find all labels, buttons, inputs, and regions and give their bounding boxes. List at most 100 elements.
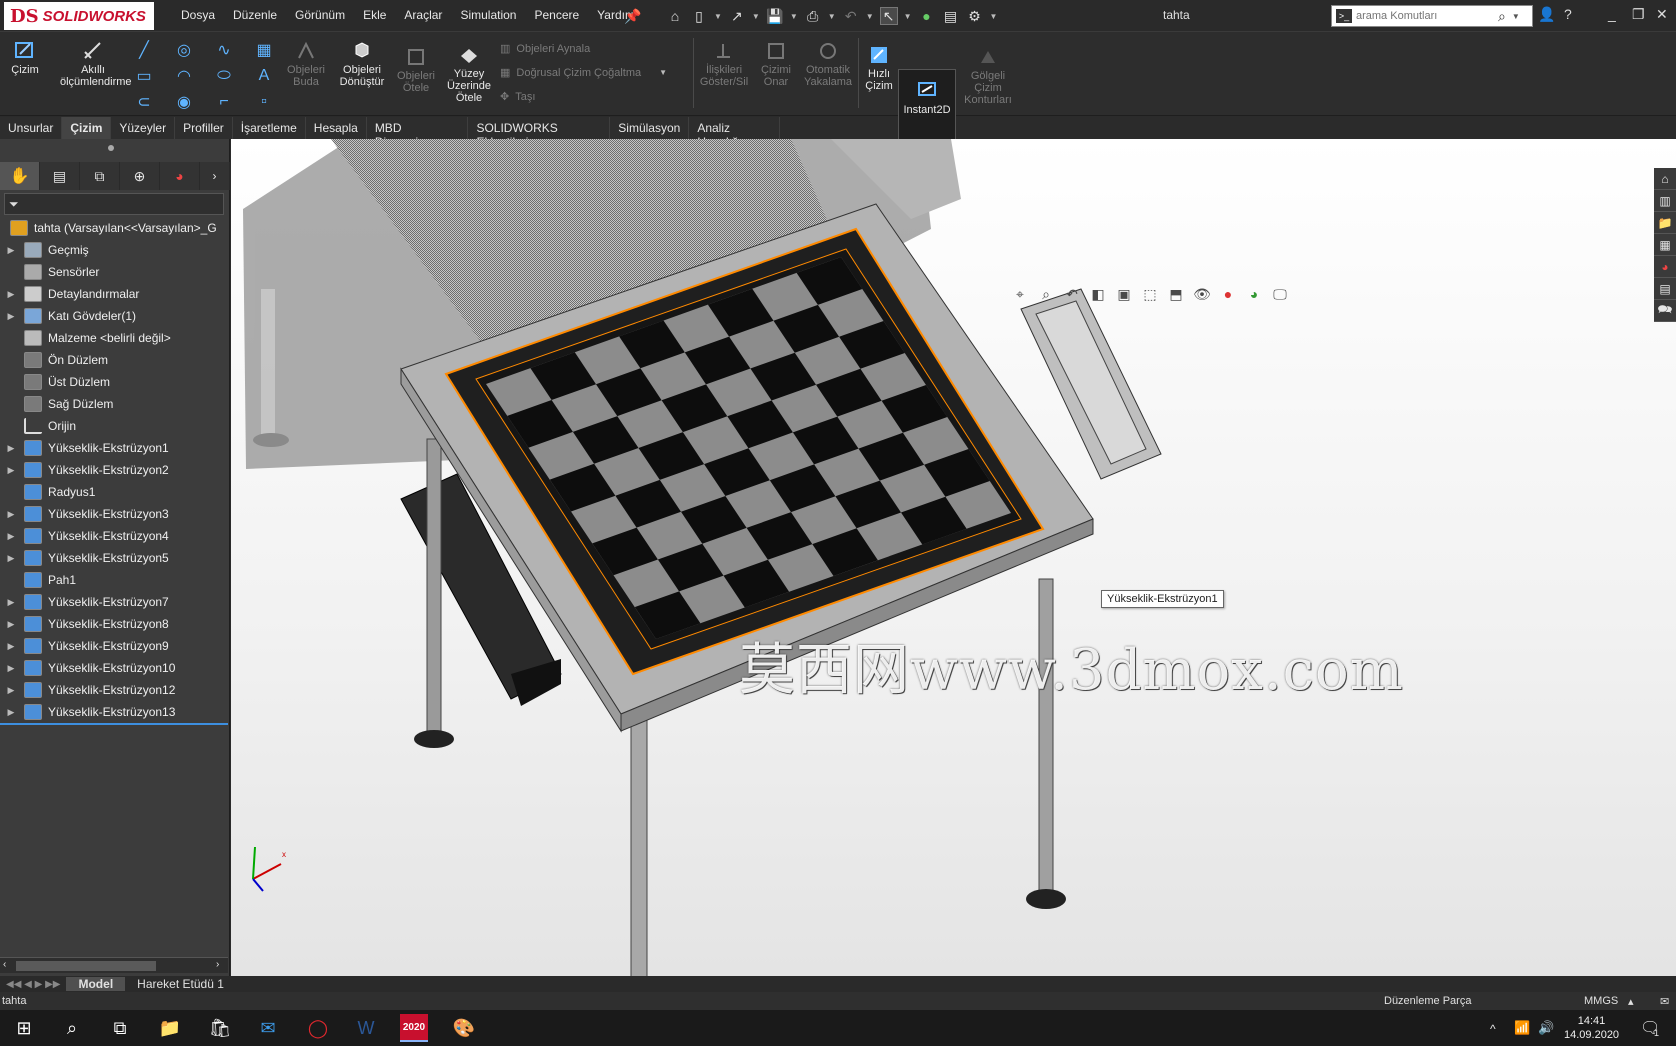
file-properties-icon[interactable]: ▤ <box>942 7 960 25</box>
apply-scene-icon[interactable]: ◕ <box>1245 285 1263 303</box>
tree-item[interactable]: Sağ Düzlem <box>0 393 230 415</box>
plane-tool-icon[interactable]: ▦ <box>254 40 274 60</box>
tree-item[interactable]: ▶ Yükseklik-Ekstrüzyon13 <box>0 701 230 723</box>
spline-tool-icon[interactable]: ∿ <box>214 40 234 60</box>
store-icon[interactable]: 🛍 <box>206 1014 234 1042</box>
graphics-area[interactable]: x ⌖ ⌕ ↶ ◧ ▣ ⬚ ⬒ 👁 ● ◕ 🖵 ⍇ ⍈ _ ❐ ✕ 莫西网www… <box>231 139 1676 976</box>
tree-item[interactable]: ▶ Yükseklik-Ekstrüzyon1 <box>0 437 230 459</box>
tree-item[interactable]: ▶ Yükseklik-Ekstrüzyon10 <box>0 657 230 679</box>
tab-unsurlar[interactable]: Unsurlar <box>0 117 63 139</box>
expand-arrow-icon[interactable]: ▶ <box>4 685 18 696</box>
slot-tool-icon[interactable]: ⊂ <box>134 92 154 112</box>
expand-arrow-icon[interactable]: ▶ <box>4 553 18 564</box>
task-view-icon[interactable]: ⧉ <box>106 1014 134 1042</box>
tree-item[interactable]: ▶ Yükseklik-Ekstrüzyon7 <box>0 591 230 613</box>
menu-duzenle[interactable]: Düzenle <box>224 8 286 22</box>
mirror-entities-button[interactable]: ▥ Objeleri Aynala <box>500 42 590 56</box>
expand-arrow-icon[interactable]: ▶ <box>4 311 18 322</box>
tree-item[interactable]: ▶ Yükseklik-Ekstrüzyon8 <box>0 613 230 635</box>
tree-item[interactable]: ▶ Yükseklik-Ekstrüzyon2 <box>0 459 230 481</box>
trim-entities-button[interactable]: Objeleri Buda <box>284 40 328 88</box>
tree-item[interactable]: ▶ Detaylandırmalar <box>0 283 230 305</box>
tree-item[interactable]: Pah1 <box>0 569 230 591</box>
scroll-right-icon[interactable]: › <box>216 959 219 970</box>
instant2d-button[interactable]: Instant2D <box>898 69 956 147</box>
more-tabs-icon[interactable]: › <box>200 162 230 190</box>
solidworks-logo[interactable]: DS SOLIDWORKS <box>4 2 154 30</box>
expand-arrow-icon[interactable]: ▶ <box>4 597 18 608</box>
tab-nav-arrows-icon[interactable]: ◀◀ ◀ ▶ ▶▶ <box>0 979 66 990</box>
expand-arrow-icon[interactable]: ▶ <box>4 531 18 542</box>
status-quick-tips-icon[interactable]: ✉ <box>1660 995 1669 1008</box>
options-gear-icon[interactable]: ⚙ <box>966 7 984 25</box>
offset-entities-button[interactable]: Objeleri Ötele <box>394 46 438 94</box>
feature-tree-tab-icon[interactable]: ✋ <box>0 162 40 190</box>
paint-icon[interactable]: 🎨 <box>450 1014 478 1042</box>
tree-item[interactable]: Üst Düzlem <box>0 371 230 393</box>
linear-pattern-button[interactable]: ▦ Doğrusal Çizim Çoğaltma ▼ <box>500 66 667 80</box>
display-manager-tab-icon[interactable]: ◕ <box>160 162 200 190</box>
solidworks-forum-icon[interactable]: 🗪 <box>1654 300 1676 322</box>
tree-item[interactable]: Orijin <box>0 415 230 437</box>
tree-item[interactable]: Ön Düzlem <box>0 349 230 371</box>
tab-simulasyon[interactable]: Simülasyon <box>610 117 690 139</box>
custom-properties-icon[interactable]: ▤ <box>1654 278 1676 300</box>
view-settings-icon[interactable]: 🖵 <box>1271 285 1289 303</box>
windows-start-icon[interactable]: ⊞ <box>10 1014 38 1042</box>
repair-sketch-button[interactable]: Çizimi Onar <box>754 40 798 88</box>
view-palette-icon[interactable]: ▦ <box>1654 234 1676 256</box>
expand-arrow-icon[interactable]: ▶ <box>4 663 18 674</box>
expand-arrow-icon[interactable]: ▶ <box>4 619 18 630</box>
tab-model[interactable]: Model <box>66 977 126 991</box>
tree-item[interactable]: ▶ Yükseklik-Ekstrüzyon5 <box>0 547 230 569</box>
menu-simulation[interactable]: Simulation <box>451 8 525 22</box>
edit-appearance-icon[interactable]: ● <box>1219 285 1237 303</box>
tree-item[interactable]: Radyus1 <box>0 481 230 503</box>
polygon-tool-icon[interactable]: ◉ <box>174 92 194 112</box>
axis-triad[interactable]: x <box>252 846 286 892</box>
pin-icon[interactable]: 📌 <box>624 7 642 25</box>
expand-arrow-icon[interactable]: ▶ <box>4 443 18 454</box>
point-tool-icon[interactable]: ▫ <box>254 92 274 112</box>
opera-icon[interactable]: ◯ <box>304 1014 332 1042</box>
undo-icon[interactable]: ↶ <box>842 7 860 25</box>
tree-item[interactable]: ▶ Yükseklik-Ekstrüzyon3 <box>0 503 230 525</box>
shaded-sketch-contours-button[interactable]: Gölgeli Çizim Konturları <box>958 46 1018 106</box>
close-icon[interactable]: ✕ <box>1656 6 1668 23</box>
tab-analiz-hazirligi[interactable]: Analiz Hazırlığı <box>689 117 780 149</box>
status-units[interactable]: MMGS <box>1584 995 1618 1007</box>
tree-item[interactable]: ▶ Yükseklik-Ekstrüzyon12 <box>0 679 230 701</box>
file-explorer-taskbar-icon[interactable]: 📁 <box>156 1014 184 1042</box>
sketch-button[interactable]: Çizim <box>8 40 42 76</box>
ellipse-tool-icon[interactable]: ⬭ <box>214 66 234 86</box>
print-icon[interactable]: ⎙ <box>804 7 822 25</box>
section-view-icon[interactable]: ◧ <box>1089 285 1107 303</box>
tree-root-part[interactable]: tahta (Varsayılan<<Varsayılan>_G <box>0 217 230 239</box>
panel-grip[interactable] <box>108 145 114 151</box>
expand-arrow-icon[interactable]: ▶ <box>4 245 18 256</box>
fillet-tool-icon[interactable]: ⌐ <box>214 92 234 112</box>
offset-on-surface-button[interactable]: Yüzey Üzerinde Ötele <box>444 44 494 104</box>
zoom-to-area-icon[interactable]: ⌕ <box>1037 285 1055 303</box>
tab-motion-study[interactable]: Hareket Etüdü 1 <box>125 977 236 991</box>
restore-icon[interactable]: ❐ <box>1632 6 1645 23</box>
search-icon[interactable]: ⌕ <box>1498 8 1506 25</box>
circle-tool-icon[interactable]: ◎ <box>174 40 194 60</box>
tree-item[interactable]: ▶ Geçmiş <box>0 239 230 261</box>
new-document-icon[interactable]: ▯ <box>690 7 708 25</box>
tab-solidworks-eklentileri[interactable]: SOLIDWORKS Eklentileri <box>468 117 611 149</box>
previous-view-icon[interactable]: ↶ <box>1063 285 1081 303</box>
menu-ekle[interactable]: Ekle <box>354 8 395 22</box>
move-entities-button[interactable]: ✥ Taşı <box>500 90 535 104</box>
line-tool-icon[interactable]: ╱ <box>134 40 154 60</box>
menu-pencere[interactable]: Pencere <box>525 8 588 22</box>
quick-snaps-button[interactable]: Otomatik Yakalama <box>802 40 854 88</box>
arc-tool-icon[interactable]: ◠ <box>174 66 194 86</box>
mail-icon[interactable]: ✉ <box>254 1014 282 1042</box>
tab-profiller[interactable]: Profiller <box>175 117 233 139</box>
search-input[interactable] <box>1356 10 1496 22</box>
design-library-icon[interactable]: ▥ <box>1654 190 1676 212</box>
tree-item[interactable]: Sensörler <box>0 261 230 283</box>
menu-gorunum[interactable]: Görünüm <box>286 8 354 22</box>
tab-hesapla[interactable]: Hesapla <box>306 117 367 139</box>
